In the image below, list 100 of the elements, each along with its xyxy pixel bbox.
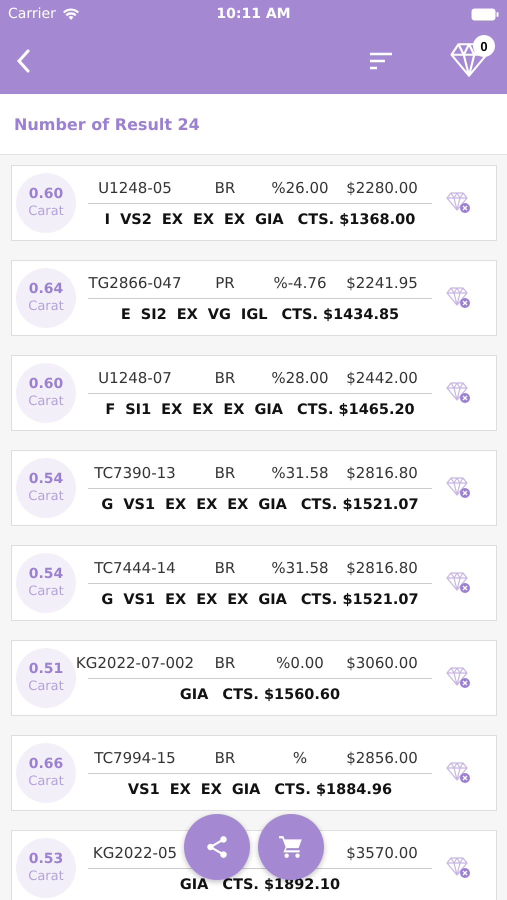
per-carat-price: CTS. $1560.60 (222, 686, 340, 702)
shape-label: BR (214, 748, 236, 766)
spec-label: E (120, 306, 131, 322)
per-carat-price: CTS. $1434.85 (281, 306, 400, 322)
diamond-card[interactable]: 0.54 Carat TC7444-14 BR %31.58 $2816.80 G VS1 EX EX EX GIA CTS. $1521.07 (11, 545, 497, 621)
cart-count-badge: 0 (473, 35, 495, 57)
shape-label: PR (215, 274, 235, 292)
spec-label: GIA (258, 592, 287, 608)
diamond-card[interactable]: 0.54 Carat TC7390-13 BR %31.58 $2816.80 G VS1 EX EX EX GIA CTS. $1521.07 (11, 450, 497, 526)
per-carat-price: CTS. $1368.00 (298, 212, 416, 228)
carat-value: 0.60 (28, 375, 64, 393)
back-button[interactable] (16, 49, 30, 73)
spec-label: VG (208, 306, 231, 322)
stone-price: $3570.00 (346, 844, 418, 862)
wifi-icon (62, 7, 80, 21)
carat-value: 0.60 (28, 185, 64, 203)
carat-unit: Carat (28, 298, 64, 316)
stone-code: U1248-05 (98, 178, 172, 196)
stone-code: TG2866-047 (88, 274, 182, 292)
diamond-cart-button[interactable]: 0 (445, 37, 493, 85)
spec-label: EX (165, 592, 186, 608)
carat-unit: Carat (28, 203, 64, 221)
spec-label: EX (227, 592, 248, 608)
diamond-card[interactable]: 0.66 Carat TC7994-15 BR % $2856.00 VS1 EX EX GIA CTS. $1884.96 (11, 735, 497, 811)
spec-label: VS1 (128, 782, 160, 798)
discount-percent: %0.00 (276, 654, 324, 672)
spec-label: SI2 (140, 306, 167, 322)
diamond-card[interactable]: 0.60 Carat U1248-05 BR %26.00 $2280.00 I VS2 EX EX EX GIA CTS. $1368.00 (11, 165, 497, 241)
carat-value: 0.64 (28, 280, 64, 298)
diamond-card[interactable]: 0.60 Carat U1248-07 BR %28.00 $2442.00 F SI1 EX EX EX GIA CTS. $1465.20 (11, 355, 497, 431)
stone-price: $2856.00 (346, 748, 418, 766)
spec-label: G (101, 496, 114, 512)
stone-code: TC7994-15 (94, 748, 176, 766)
spec-label: EX (224, 212, 246, 228)
diamond-card[interactable]: 0.51 Carat KG2022-07-002 BR %0.00 $3060.00 GIA CTS. $1560.60 (11, 640, 497, 716)
shape-label: BR (214, 558, 236, 576)
carat-unit: Carat (28, 678, 64, 696)
share-button[interactable] (184, 814, 250, 880)
spec-label: EX (165, 496, 186, 512)
spec-label: VS1 (123, 592, 156, 608)
spec-label: VS2 (120, 212, 152, 228)
cart-icon (278, 834, 304, 860)
spec-label: F (105, 402, 116, 418)
stone-price: $2280.00 (346, 178, 418, 196)
carat-value: 0.66 (28, 755, 64, 773)
discount-percent: % (292, 748, 308, 766)
shape-label: BR (214, 178, 236, 196)
discount-percent: %-4.76 (273, 274, 327, 292)
carat-unit: Carat (28, 868, 64, 886)
spec-label: G (101, 592, 114, 608)
discount-percent: %26.00 (271, 178, 329, 196)
per-carat-price: CTS. $1521.07 (300, 496, 419, 512)
stone-price: $2442.00 (346, 368, 418, 386)
spec-label: GIA (180, 686, 208, 702)
carat-unit: Carat (28, 773, 64, 791)
spec-label: GIA (232, 782, 260, 798)
per-carat-price: CTS. $1892.10 (222, 876, 340, 892)
per-carat-price: CTS. $1884.96 (274, 782, 392, 798)
spec-label: EX (223, 402, 244, 418)
stone-code: KG2022-07-002 (76, 654, 194, 672)
spec-label: GIA (254, 402, 283, 418)
discount-percent: %28.00 (271, 368, 329, 386)
spec-label: GIA (255, 212, 284, 228)
spec-label: VS1 (123, 496, 156, 512)
spec-label: GIA (180, 876, 208, 892)
spec-label: GIA (258, 496, 287, 512)
status-time: 10:11 AM (216, 6, 291, 22)
stone-price: $2241.95 (346, 274, 418, 292)
spec-label: EX (196, 592, 218, 608)
cart-button[interactable] (258, 814, 324, 880)
spec-label: SI1 (125, 402, 152, 418)
stone-price: $2816.80 (346, 464, 418, 482)
shape-label: BR (214, 368, 236, 386)
spec-label: EX (192, 402, 214, 418)
stone-code: TC7444-14 (94, 558, 176, 576)
spec-label: EX (192, 212, 214, 228)
spec-label: IGL (240, 306, 268, 322)
stone-code: KG2022-05 (92, 844, 178, 862)
spec-label: EX (200, 782, 222, 798)
carat-value: 0.51 (28, 660, 64, 678)
carat-value: 0.53 (28, 850, 64, 868)
carrier-label: Carrier (8, 6, 56, 22)
carat-unit: Carat (28, 488, 64, 506)
carat-unit: Carat (28, 393, 64, 411)
result-count: Number of Result 24 (14, 114, 200, 134)
spec-label: EX (176, 306, 198, 322)
spec-label: I (104, 212, 110, 228)
discount-percent: %31.58 (271, 558, 329, 576)
spec-label: EX (196, 496, 218, 512)
carat-unit: Carat (28, 583, 64, 601)
spec-label: EX (227, 496, 248, 512)
sort-button[interactable] (369, 52, 393, 70)
per-carat-price: CTS. $1465.20 (296, 402, 415, 418)
carat-value: 0.54 (28, 470, 64, 488)
stone-code: U1248-07 (98, 368, 172, 386)
spec-label: EX (170, 782, 191, 798)
spec-label: EX (161, 402, 182, 418)
diamond-card[interactable]: 0.64 Carat TG2866-047 PR %-4.76 $2241.95 E SI2 EX VG IGL CTS. $1434.85 (11, 260, 497, 336)
stone-price: $2816.80 (346, 558, 418, 576)
discount-percent: %31.58 (271, 464, 329, 482)
